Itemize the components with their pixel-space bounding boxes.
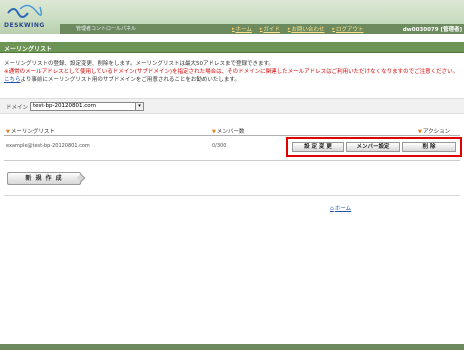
nav-bullet-icon: ▸: [232, 26, 235, 32]
control-panel-label: 管理者コントロールパネル: [76, 26, 137, 32]
footer-home-link[interactable]: ⌂ホーム: [330, 204, 351, 212]
nav-guide-label: ガイド: [263, 27, 280, 33]
divider: [4, 195, 460, 196]
domain-filter: ドメイン test-bp-20120801.com ▾: [0, 98, 464, 114]
column-header-actions: ▼アクション: [418, 127, 450, 135]
nav-logout-label: ログアウト: [335, 27, 364, 33]
domain-value: test-bp-20120801.com: [33, 103, 97, 109]
section-header: メーリングリスト: [0, 42, 464, 53]
advice-text: こちらより事前にメーリングリスト用のサブドメインをご用意されることをお勧めいたし…: [4, 76, 464, 84]
edit-settings-button[interactable]: 設 定 変 更: [292, 142, 344, 152]
create-new-button[interactable]: 新 規 作 成: [7, 172, 86, 185]
description-text: メーリングリストの登録、設定変更、削除をします。メーリングリストは最大50アドレ…: [4, 61, 274, 67]
top-nav: ▸ ホーム ▸ ガイド ▸ お問い合わせ ▸ ログアウト: [232, 24, 367, 34]
nav-home-link[interactable]: ▸ ホーム: [232, 24, 252, 34]
domain-select[interactable]: test-bp-20120801.com ▾: [30, 102, 144, 111]
nav-logout-link[interactable]: ▸ ログアウト: [332, 24, 363, 34]
nav-contact-link[interactable]: ▸ お問い合わせ: [288, 24, 325, 34]
nav-bullet-icon: ▸: [287, 26, 291, 32]
header: DESKWING 管理者コントロールパネル ▸ ホーム ▸ ガイド ▸ お問い合わせ …: [0, 0, 464, 34]
divider: [4, 135, 460, 136]
nav-home-label: ホーム: [235, 27, 252, 33]
home-icon: ⌂: [330, 205, 334, 212]
account-id: dw0030079 [管理者]: [402, 27, 462, 33]
logo-icon: [7, 4, 42, 18]
brand-name: DESKWING: [4, 22, 45, 29]
advice-rest: より事前にメーリングリスト用のサブドメインをご用意されることをお勧めいたします。: [20, 77, 240, 83]
warning-text: ※通常のメールアドレスとして使用しているドメイン(サブドメイン)を指定された場合…: [4, 69, 459, 75]
delete-button[interactable]: 削 除: [402, 142, 456, 152]
member-count: 0/300: [212, 143, 227, 149]
here-link[interactable]: こちら: [4, 77, 21, 83]
footer-bar: [0, 344, 464, 350]
nav-guide-link[interactable]: ▸ ガイド: [260, 24, 280, 34]
footer-home-label: ホーム: [334, 206, 352, 212]
chevron-down-icon[interactable]: ▾: [135, 103, 143, 110]
nav-contact-label: お問い合わせ: [291, 27, 325, 33]
divider: [4, 160, 460, 161]
create-new-label: 新 規 作 成: [25, 175, 63, 182]
mailing-list-address: example@test-bp-20120801.com: [6, 143, 90, 149]
arrow-tip-icon: [76, 173, 86, 183]
nav-bullet-icon: ▸: [259, 26, 263, 32]
nav-bullet-icon: ▸: [332, 26, 335, 32]
action-highlight-box: 設 定 変 更 メンバー設定 削 除: [286, 137, 462, 157]
page-title: メーリングリスト: [4, 46, 53, 53]
domain-label: ドメイン: [6, 105, 29, 111]
member-settings-button[interactable]: メンバー設定: [346, 142, 400, 152]
column-header-members: ▼メンバー数: [212, 127, 244, 135]
column-header-list: ▼メーリングリスト: [6, 127, 55, 135]
top-nav-bar: 管理者コントロールパネル ▸ ホーム ▸ ガイド ▸ お問い合わせ ▸ ログアウト dw…: [60, 24, 464, 34]
